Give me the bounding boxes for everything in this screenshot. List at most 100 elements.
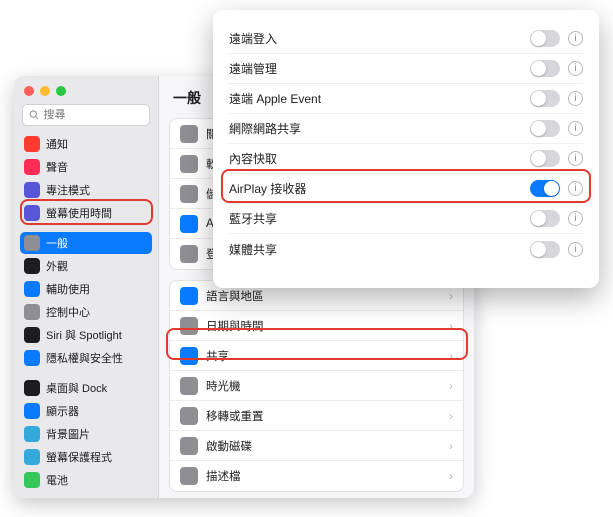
sidebar-item[interactable]: 螢幕保護程式	[20, 446, 152, 468]
sidebar-item-icon	[24, 327, 40, 343]
sharing-row-label: 遠端登入	[229, 30, 277, 47]
sharing-row: 媒體共享i	[229, 234, 583, 264]
row-label: 共享	[206, 348, 229, 364]
sidebar-item[interactable]: Siri 與 Spotlight	[20, 324, 152, 346]
sidebar: 通知聲音專注模式螢幕使用時間一般外觀輔助使用控制中心 Siri 與 Spotlig…	[14, 76, 159, 498]
row-icon	[180, 317, 198, 335]
sidebar-item[interactable]: 背景圖片	[20, 423, 152, 445]
settings-row[interactable]: 共享 ›	[170, 341, 463, 371]
settings-row[interactable]: 日期與時間 ›	[170, 311, 463, 341]
sidebar-item-label: 專注模式	[46, 182, 90, 198]
chevron-right-icon: ›	[449, 439, 453, 453]
close-window-button[interactable]	[24, 86, 34, 96]
info-icon[interactable]: i	[568, 242, 583, 257]
sidebar-item-icon	[24, 136, 40, 152]
sidebar-item[interactable]: 聲音	[20, 156, 152, 178]
sidebar-item[interactable]: 螢幕使用時間	[20, 202, 152, 224]
row-label: 啟動磁碟	[206, 438, 252, 454]
settings-row[interactable]: 啟動磁碟 ›	[170, 431, 463, 461]
row-icon	[180, 185, 198, 203]
sidebar-item-icon	[24, 258, 40, 274]
row-icon	[180, 125, 198, 143]
chevron-right-icon: ›	[449, 289, 453, 303]
sidebar-item-label: 聲音	[46, 159, 68, 175]
chevron-right-icon: ›	[449, 469, 453, 483]
sidebar-item-icon	[24, 281, 40, 297]
sidebar-item[interactable]: 通知	[20, 133, 152, 155]
sharing-row: 內容快取 i	[229, 144, 583, 174]
toggle-switch[interactable]	[530, 90, 560, 107]
sidebar-item-label: 顯示器	[46, 403, 79, 419]
sidebar-item-icon	[24, 182, 40, 198]
info-icon[interactable]: i	[568, 91, 583, 106]
toggle-switch[interactable]	[530, 241, 560, 258]
search-input[interactable]	[43, 109, 143, 121]
minimize-window-button[interactable]	[40, 86, 50, 96]
settings-row[interactable]: 時光機 ›	[170, 371, 463, 401]
sidebar-item[interactable]: 顯示器	[20, 400, 152, 422]
sharing-row-label: 藍牙共享	[229, 210, 277, 227]
toggle-switch[interactable]	[530, 150, 560, 167]
info-icon[interactable]: i	[568, 31, 583, 46]
sharing-row-label: 遠端管理	[229, 60, 277, 77]
info-icon[interactable]: i	[568, 61, 583, 76]
sidebar-item-icon	[24, 449, 40, 465]
sidebar-item-label: 螢幕使用時間	[46, 205, 112, 221]
toggle-switch[interactable]	[530, 180, 560, 197]
sharing-row: 藍牙共享 i	[229, 204, 583, 234]
row-icon	[180, 467, 198, 485]
info-icon[interactable]: i	[568, 181, 583, 196]
sidebar-item-label: 桌面與 Dock	[46, 380, 107, 396]
sidebar-item[interactable]: 電池	[20, 469, 152, 491]
toggle-switch[interactable]	[530, 210, 560, 227]
settings-row[interactable]: 描述檔 ›	[170, 461, 463, 491]
sidebar-item-icon	[24, 304, 40, 320]
info-icon[interactable]: i	[568, 151, 583, 166]
toggle-switch[interactable]	[530, 120, 560, 137]
sharing-row: 網際網路共享i	[229, 114, 583, 144]
sidebar-item-icon	[24, 205, 40, 221]
sidebar-item[interactable]: 控制中心	[20, 301, 152, 323]
zoom-window-button[interactable]	[56, 86, 66, 96]
toggle-switch[interactable]	[530, 30, 560, 47]
row-icon	[180, 347, 198, 365]
sidebar-item[interactable]: 輔助使用	[20, 278, 152, 300]
sharing-row: 遠端登入 i	[229, 24, 583, 54]
settings-row[interactable]: 移轉或重置 ›	[170, 401, 463, 431]
row-label: 移轉或重置	[206, 408, 264, 424]
sidebar-item-icon	[24, 472, 40, 488]
info-icon[interactable]: i	[568, 211, 583, 226]
row-icon	[180, 287, 198, 305]
toggle-switch[interactable]	[530, 60, 560, 77]
sidebar-item-icon	[24, 159, 40, 175]
sidebar-item-icon	[24, 350, 40, 366]
sharing-panel: 遠端登入i遠端管理i遠端 Apple Eventi網際網路共享i內容快取iAir…	[213, 10, 599, 288]
window-controls	[14, 82, 158, 102]
sidebar-item[interactable]: 隱私權與安全性	[20, 347, 152, 369]
sidebar-item[interactable]: 桌面與 Dock	[20, 377, 152, 399]
sharing-row-label: AirPlay 接收器	[229, 180, 306, 197]
chevron-right-icon: ›	[449, 349, 453, 363]
sidebar-item[interactable]: 一般	[20, 232, 152, 254]
row-label: 描述檔	[206, 468, 241, 484]
chevron-right-icon: ›	[449, 319, 453, 333]
sidebar-item-label: 外觀	[46, 258, 68, 274]
chevron-right-icon: ›	[449, 409, 453, 423]
search-field[interactable]	[22, 104, 150, 126]
row-label: 時光機	[206, 378, 241, 394]
sidebar-item-label: 螢幕保護程式	[46, 449, 112, 465]
sidebar-item-icon	[24, 403, 40, 419]
row-label: 語言與地區	[206, 288, 264, 304]
sidebar-item-label: 電池	[46, 472, 68, 488]
sharing-row-label: 內容快取	[229, 150, 277, 167]
sidebar-item[interactable]: 專注模式	[20, 179, 152, 201]
info-icon[interactable]: i	[568, 121, 583, 136]
sidebar-item-label: 控制中心	[46, 304, 90, 320]
row-label: 日期與時間	[206, 318, 264, 334]
row-icon	[180, 245, 198, 263]
sidebar-item[interactable]: 外觀	[20, 255, 152, 277]
sidebar-item-label: 通知	[46, 136, 68, 152]
chevron-right-icon: ›	[449, 379, 453, 393]
sidebar-item-label: 隱私權與安全性	[46, 350, 123, 366]
sidebar-item-icon	[24, 380, 40, 396]
